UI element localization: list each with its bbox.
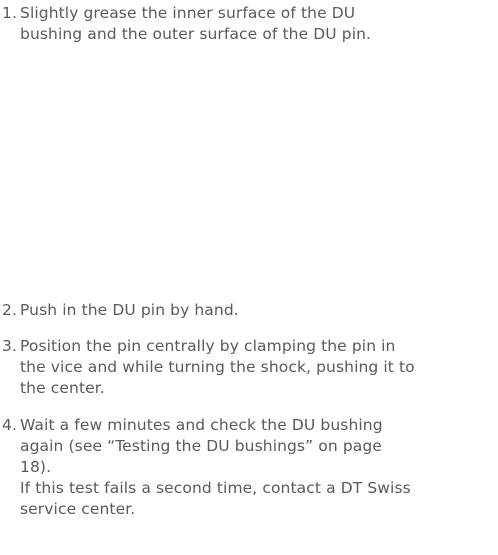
step-text: Wait a few minutes and check the DU bush… [20,415,496,520]
step-text-line: the center. [20,379,105,397]
step-text-line: bushing and the outer surface of the DU … [20,25,372,43]
instruction-page: { "steps": [ { "number": "1.", "lines": … [0,0,498,555]
step-number: 4. [2,416,17,434]
step-text: Position the pin centrally by clamping t… [20,336,496,399]
step-text-line: again (see “Testing the DU bushings” on … [20,437,382,455]
step-text-line: 18). [20,458,52,476]
step-text-line: If this test fails a second time, contac… [20,479,411,497]
step-text-line: service center. [20,500,136,518]
step-number: 1. [2,4,17,22]
step-text-line: Position the pin centrally by clamping t… [20,337,396,355]
step-text: Push in the DU pin by hand. [20,300,496,321]
step-text: Slightly grease the inner surface of the… [20,3,496,45]
step-number: 2. [2,301,17,319]
step-text-line: Slightly grease the inner surface of the… [20,4,356,22]
step-text-line: Push in the DU pin by hand. [20,301,239,319]
step-text-line: the vice and while turning the shock, pu… [20,358,415,376]
step-number: 3. [2,337,17,355]
step-text-line: Wait a few minutes and check the DU bush… [20,416,383,434]
